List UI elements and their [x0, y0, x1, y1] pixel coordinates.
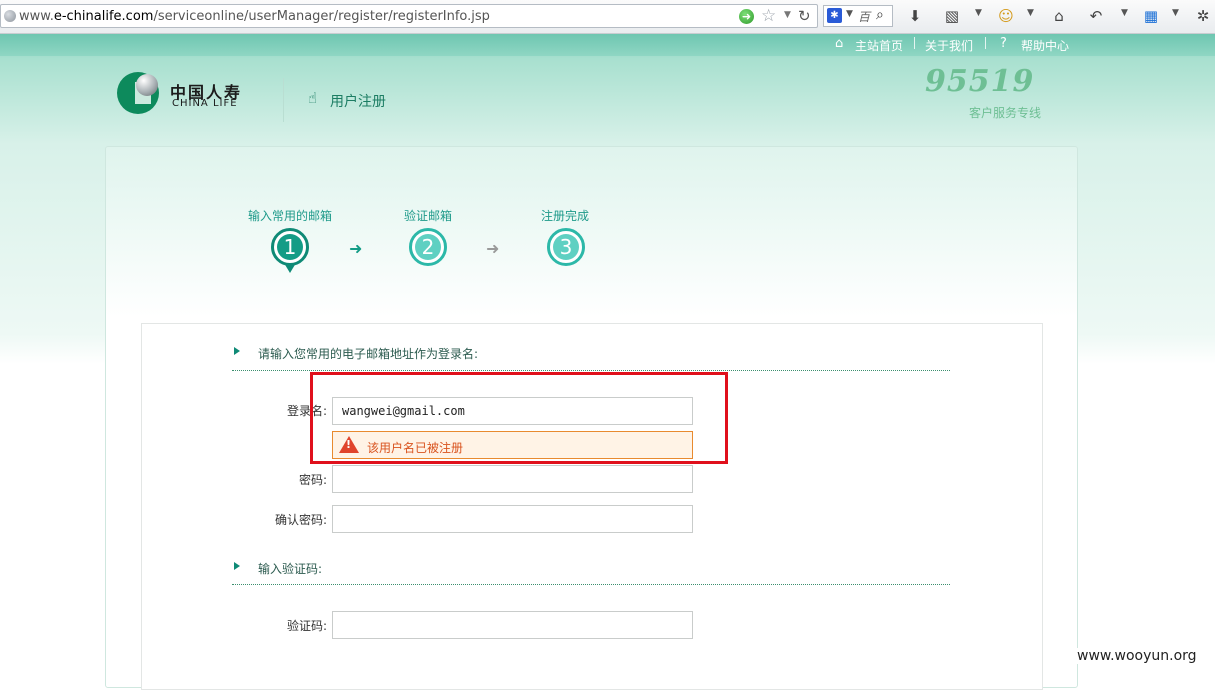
globe-icon: [4, 10, 16, 22]
step-2-number: 2: [415, 234, 441, 260]
nav-divider: [914, 37, 915, 49]
apps-dropdown-icon[interactable]: ▼: [1172, 8, 1179, 18]
hotline-number: 95519: [925, 64, 1035, 99]
home-nav-icon: ⌂: [835, 36, 844, 51]
search-engine-dropdown-icon[interactable]: ▼: [846, 9, 853, 19]
nav-divider: [985, 37, 986, 49]
captcha-input[interactable]: [332, 611, 693, 639]
header-divider: [283, 78, 284, 122]
login-section-title: 请输入您常用的电子邮箱地址作为登录名:: [258, 347, 479, 361]
address-bar[interactable]: www.e-chinalife.com/serviceonline/userMa…: [0, 4, 818, 28]
section-bullet-icon: [234, 562, 240, 570]
confirm-password-input[interactable]: [332, 505, 693, 533]
home-icon[interactable]: ⌂: [1050, 5, 1068, 27]
step-1-label: 输入常用的邮箱: [248, 209, 333, 223]
history-dropdown-icon[interactable]: ▼: [784, 10, 791, 20]
url-text[interactable]: www.e-chinalife.com/serviceonline/userMa…: [19, 9, 490, 24]
section-divider: [232, 370, 950, 371]
password-input[interactable]: [332, 465, 693, 493]
download-icon[interactable]: ⬇: [907, 5, 923, 27]
go-arrow-icon[interactable]: ➜: [739, 9, 754, 24]
step-3-label: 注册完成: [541, 209, 590, 223]
step-2-indicator: 2: [409, 228, 447, 266]
nav-help-link[interactable]: 帮助中心: [1021, 37, 1069, 54]
screenshot-icon[interactable]: ▧: [943, 5, 961, 27]
back-history-icon[interactable]: ↶: [1087, 5, 1105, 27]
apps-grid-icon[interactable]: ▦: [1143, 5, 1159, 27]
search-box[interactable]: ✱ ▼ 百 ⌕: [823, 5, 893, 27]
emoji-dropdown-icon[interactable]: ▼: [1027, 8, 1034, 18]
page-title: 用户注册: [330, 94, 386, 110]
watermark: www.wooyun.org: [1077, 648, 1197, 664]
step-2-label: 验证邮箱: [404, 209, 453, 223]
password-label: 密码:: [298, 473, 327, 487]
bug-icon[interactable]: ✲: [1195, 5, 1211, 27]
step-3-indicator: 3: [547, 228, 585, 266]
step-arrow-icon: ➜: [349, 239, 363, 258]
nav-about-link[interactable]: 关于我们: [925, 37, 973, 54]
captcha-label: 验证码:: [286, 619, 327, 633]
step-1-number: 1: [277, 234, 303, 260]
browser-toolbar: www.e-chinalife.com/serviceonline/userMa…: [0, 0, 1215, 34]
red-highlight-box: [310, 372, 728, 464]
search-magnifier-icon[interactable]: ⌕: [876, 7, 884, 23]
step-arrow-icon: ➜: [486, 239, 500, 258]
page: ⌂ 主站首页 关于我们 ? 帮助中心 中国人寿 CHINA LIFE ☝ 用户注…: [0, 34, 1215, 690]
bookmark-star-icon[interactable]: ☆: [761, 6, 776, 26]
section-divider: [232, 584, 950, 585]
logo-english-name: CHINA LIFE: [172, 98, 238, 109]
step-1-indicator: 1: [271, 228, 309, 266]
top-nav-bar: ⌂ 主站首页 关于我们 ? 帮助中心: [0, 34, 1215, 56]
search-input[interactable]: 百: [858, 8, 870, 25]
step-3-number: 3: [553, 234, 579, 260]
baidu-paw-icon[interactable]: ✱: [827, 8, 842, 23]
help-icon: ?: [1000, 36, 1007, 51]
step-1-pointer: [284, 263, 296, 273]
logo-ball: [136, 74, 158, 96]
emoji-icon[interactable]: ☺: [997, 5, 1015, 27]
screenshot-dropdown-icon[interactable]: ▼: [975, 8, 982, 18]
reload-icon[interactable]: ↻: [798, 7, 811, 25]
captcha-section-title: 输入验证码:: [258, 562, 323, 576]
nav-home-link[interactable]: 主站首页: [855, 37, 903, 54]
pointing-hand-icon: ☝: [308, 89, 318, 107]
section-bullet-icon: [234, 347, 240, 355]
hotline-label: 客户服务专线: [969, 106, 1042, 120]
history-menu-dropdown-icon[interactable]: ▼: [1121, 8, 1128, 18]
confirm-password-label: 确认密码:: [274, 513, 327, 527]
